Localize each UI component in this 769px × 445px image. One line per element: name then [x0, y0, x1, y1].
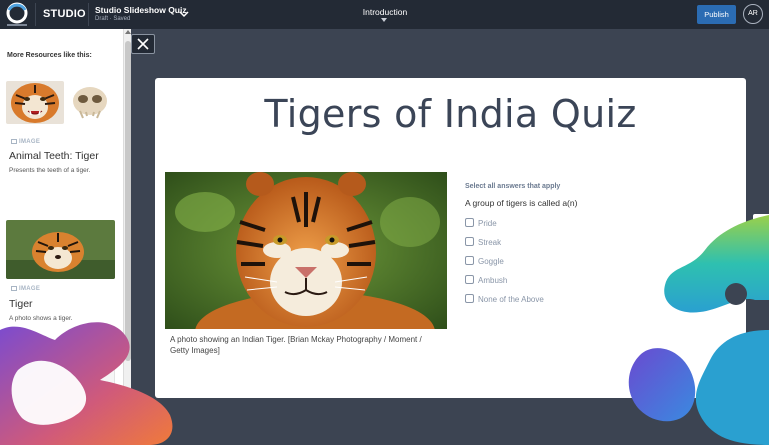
sidebar-heading: More Resources like this:	[7, 52, 92, 59]
image-icon	[11, 286, 17, 291]
resource-description: Presents the teeth of a tiger.	[9, 167, 91, 174]
resource-title[interactable]: Animal Teeth: Tiger	[9, 150, 99, 162]
answer-option[interactable]: Pride	[465, 218, 497, 228]
image-caption: A photo showing an Indian Tiger. [Brian …	[170, 335, 422, 355]
slide-selector[interactable]: Introduction	[350, 7, 420, 17]
resource-thumbnail-tiger[interactable]	[6, 220, 115, 279]
document-title[interactable]: Studio Slideshow Quiz	[95, 5, 187, 15]
answer-option[interactable]: Streak	[465, 237, 501, 247]
checkbox[interactable]	[465, 218, 474, 227]
header-divider	[88, 3, 89, 26]
top-bar: STUDIO Studio Slideshow Quiz Draft · Sav…	[0, 0, 769, 29]
activity-icon	[11, 414, 17, 419]
next-slide-tab[interactable]	[753, 214, 769, 244]
checkbox[interactable]	[465, 294, 474, 303]
header-divider	[35, 3, 36, 26]
resource-thumbnail-tiger-face[interactable]	[6, 81, 64, 124]
resource-thumbnail-activity[interactable]	[6, 349, 115, 411]
answer-option[interactable]: Ambush	[465, 275, 507, 285]
publish-button[interactable]: Publish	[697, 5, 736, 24]
question-prompt: A group of tigers is called a(n)	[465, 198, 578, 208]
add-resource-button[interactable]: +	[0, 426, 123, 445]
slide-image-tiger[interactable]	[165, 172, 447, 329]
discovery-logo-icon[interactable]	[2, 1, 32, 28]
answer-option[interactable]: None of the Above	[465, 294, 544, 304]
sidebar-scrollbar[interactable]	[123, 29, 131, 445]
caret-down-icon[interactable]	[381, 18, 387, 22]
resource-type-label: ACTIVITY	[11, 414, 49, 420]
user-avatar[interactable]: AR	[743, 4, 763, 24]
slide-title[interactable]: Tigers of India Quiz	[155, 92, 746, 136]
close-icon	[137, 38, 149, 50]
scroll-up-icon[interactable]	[125, 30, 131, 34]
scrollbar-thumb[interactable]	[125, 41, 131, 361]
resource-type-label: IMAGE	[11, 139, 40, 145]
resources-sidebar: More Resources like this: IMAGE Animal T…	[0, 29, 123, 445]
document-status: Draft · Saved	[95, 16, 131, 22]
checkbox[interactable]	[465, 256, 474, 265]
close-button[interactable]	[131, 34, 155, 54]
question-instruction: Select all answers that apply	[465, 183, 561, 190]
resource-thumbnail-tiger-skull[interactable]	[68, 81, 112, 124]
resource-type-label: IMAGE	[11, 286, 40, 292]
checkbox[interactable]	[465, 275, 474, 284]
resource-description: A photo shows a tiger.	[9, 315, 73, 322]
resource-title[interactable]: Tiger	[9, 298, 33, 310]
slide-card: Tigers of India Quiz A photo showing an …	[155, 78, 746, 398]
app-name: STUDIO	[43, 8, 86, 20]
image-icon	[11, 139, 17, 144]
answer-option[interactable]: Goggle	[465, 256, 504, 266]
chevron-down-icon[interactable]	[178, 8, 190, 20]
checkbox[interactable]	[465, 237, 474, 246]
